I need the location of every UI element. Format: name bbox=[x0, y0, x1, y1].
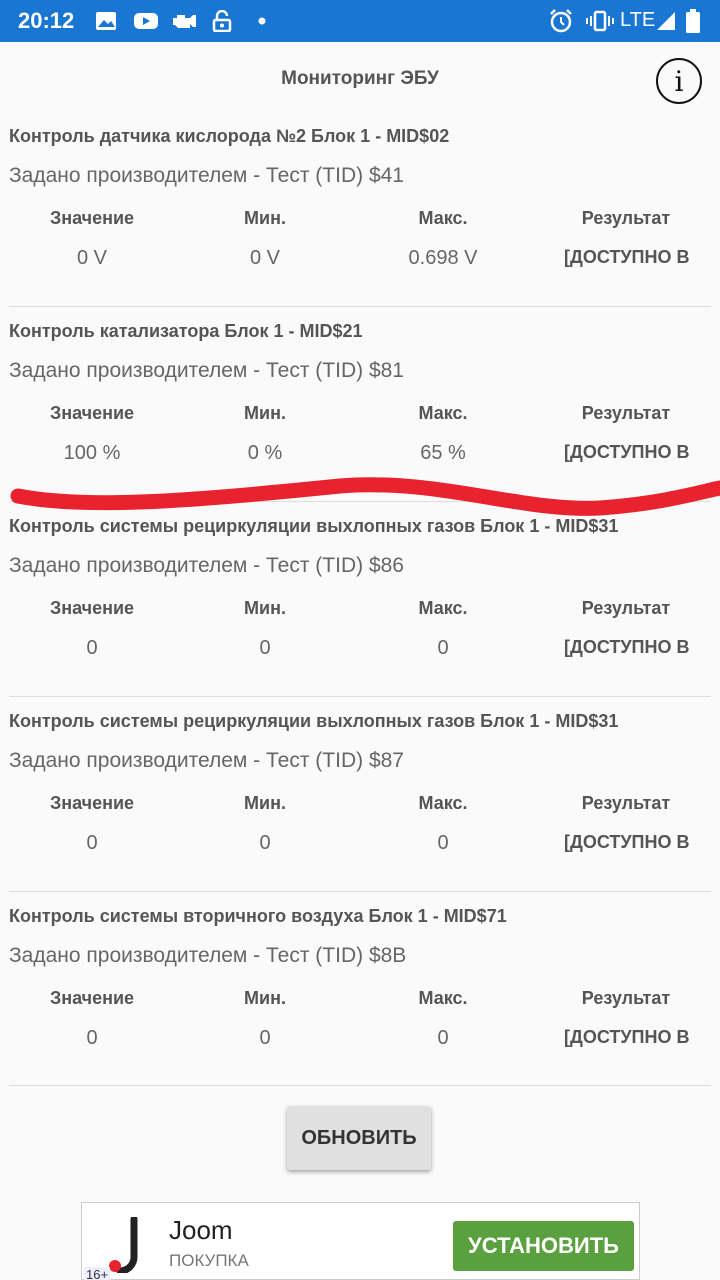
result-cell: [ДОСТУПНО В bbox=[564, 832, 690, 852]
max-header: Макс. bbox=[418, 403, 468, 423]
section-subtitle: Задано производителем - Тест (TID) $41 bbox=[9, 164, 404, 187]
result-cell: [ДОСТУПНО В bbox=[564, 442, 690, 462]
result-header: Результат bbox=[581, 988, 671, 1008]
result-cell: [ДОСТУПНО В bbox=[564, 247, 690, 267]
section-title: Контроль системы рециркуляции выхлопных … bbox=[9, 711, 619, 731]
age-rating-badge: 16+ bbox=[84, 1267, 111, 1280]
section-title: Контроль катализатора Блок 1 - MID$21 bbox=[9, 321, 363, 341]
app-header: Мониторинг ЭБУ bbox=[0, 42, 720, 120]
section-divider bbox=[9, 501, 711, 502]
section-divider bbox=[9, 1085, 711, 1086]
vibrate-icon bbox=[586, 9, 614, 33]
status-time: 20:12 bbox=[18, 8, 75, 33]
min-cell: 0 V bbox=[249, 247, 281, 269]
result-cell: [ДОСТУПНО В bbox=[564, 637, 690, 657]
section-subtitle: Задано производителем - Тест (TID) $87 bbox=[9, 749, 404, 772]
min-cell: 0 bbox=[259, 1027, 271, 1049]
result-header: Результат bbox=[581, 403, 671, 423]
section-title: Контроль системы вторичного воздуха Блок… bbox=[9, 906, 507, 926]
min-cell: 0 bbox=[259, 832, 271, 854]
max-cell: 0 bbox=[437, 832, 449, 854]
section-title: Контроль системы рециркуляции выхлопных … bbox=[9, 516, 619, 536]
result-cell: [ДОСТУПНО В bbox=[564, 1027, 690, 1047]
section-divider bbox=[9, 696, 711, 697]
network-type: LTE bbox=[620, 9, 656, 31]
min-cell: 0 bbox=[259, 637, 271, 659]
ad-app-category: ПОКУПКА bbox=[169, 1251, 249, 1270]
value-cell: 0 bbox=[86, 832, 98, 854]
max-cell: 0 bbox=[437, 637, 449, 659]
monitor-section: Контроль системы рециркуляции выхлопных … bbox=[0, 711, 720, 906]
value-header: Значение bbox=[49, 988, 135, 1008]
value-cell: 0 V bbox=[76, 247, 108, 269]
section-subtitle: Задано производителем - Тест (TID) $81 bbox=[9, 359, 404, 382]
min-header: Мин. bbox=[244, 208, 286, 228]
max-header: Макс. bbox=[418, 988, 468, 1008]
max-header: Макс. bbox=[418, 793, 468, 813]
ad-app-name: Joom bbox=[169, 1215, 233, 1245]
section-subtitle: Задано производителем - Тест (TID) $8B bbox=[9, 944, 407, 967]
info-icon: i bbox=[674, 64, 684, 98]
section-subtitle: Задано производителем - Тест (TID) $86 bbox=[9, 554, 404, 577]
min-header: Мин. bbox=[244, 403, 286, 423]
alarm-icon bbox=[548, 9, 574, 33]
section-divider bbox=[9, 306, 711, 307]
max-header: Макс. bbox=[418, 208, 468, 228]
image-icon bbox=[94, 9, 118, 33]
value-header: Значение bbox=[49, 598, 135, 618]
monitor-section: Контроль датчика кислорода №2 Блок 1 - M… bbox=[0, 126, 720, 321]
monitor-section: Контроль системы вторичного воздуха Блок… bbox=[0, 906, 720, 1101]
max-cell: 0.698 V bbox=[408, 247, 478, 269]
max-cell: 65 % bbox=[420, 442, 466, 464]
min-cell: 0 % bbox=[247, 442, 283, 464]
dot-icon bbox=[250, 9, 274, 33]
value-cell: 100 % bbox=[63, 442, 121, 464]
value-header: Значение bbox=[49, 793, 135, 813]
result-header: Результат bbox=[581, 208, 671, 228]
refresh-button[interactable]: ОБНОВИТЬ bbox=[287, 1106, 431, 1170]
min-header: Мин. bbox=[244, 598, 286, 618]
section-title: Контроль датчика кислорода №2 Блок 1 - M… bbox=[9, 126, 450, 146]
engine-icon bbox=[170, 9, 198, 33]
value-header: Значение bbox=[49, 403, 135, 423]
max-header: Макс. bbox=[418, 598, 468, 618]
value-cell: 0 bbox=[86, 637, 98, 659]
monitor-section: Контроль системы рециркуляции выхлопных … bbox=[0, 516, 720, 711]
page-title: Мониторинг ЭБУ bbox=[281, 68, 439, 89]
joom-logo-icon bbox=[102, 1215, 144, 1275]
monitor-section: Контроль катализатора Блок 1 - MID$21 За… bbox=[0, 321, 720, 516]
value-header: Значение bbox=[49, 208, 135, 228]
ad-install-button[interactable]: УСТАНОВИТЬ bbox=[453, 1221, 634, 1271]
min-header: Мин. bbox=[244, 793, 286, 813]
max-cell: 0 bbox=[437, 1027, 449, 1049]
ad-banner[interactable]: Joom ПОКУПКА УСТАНОВИТЬ 16+ bbox=[81, 1202, 640, 1280]
status-bar: 20:12 LTE bbox=[0, 0, 720, 42]
youtube-icon bbox=[132, 9, 160, 33]
result-header: Результат bbox=[581, 598, 671, 618]
lock-icon bbox=[210, 9, 234, 33]
result-header: Результат bbox=[581, 793, 671, 813]
signal-icon bbox=[654, 9, 678, 33]
min-header: Мин. bbox=[244, 988, 286, 1008]
value-cell: 0 bbox=[86, 1027, 98, 1049]
section-divider bbox=[9, 891, 711, 892]
battery-icon bbox=[684, 9, 702, 33]
info-button[interactable]: i bbox=[656, 58, 702, 104]
